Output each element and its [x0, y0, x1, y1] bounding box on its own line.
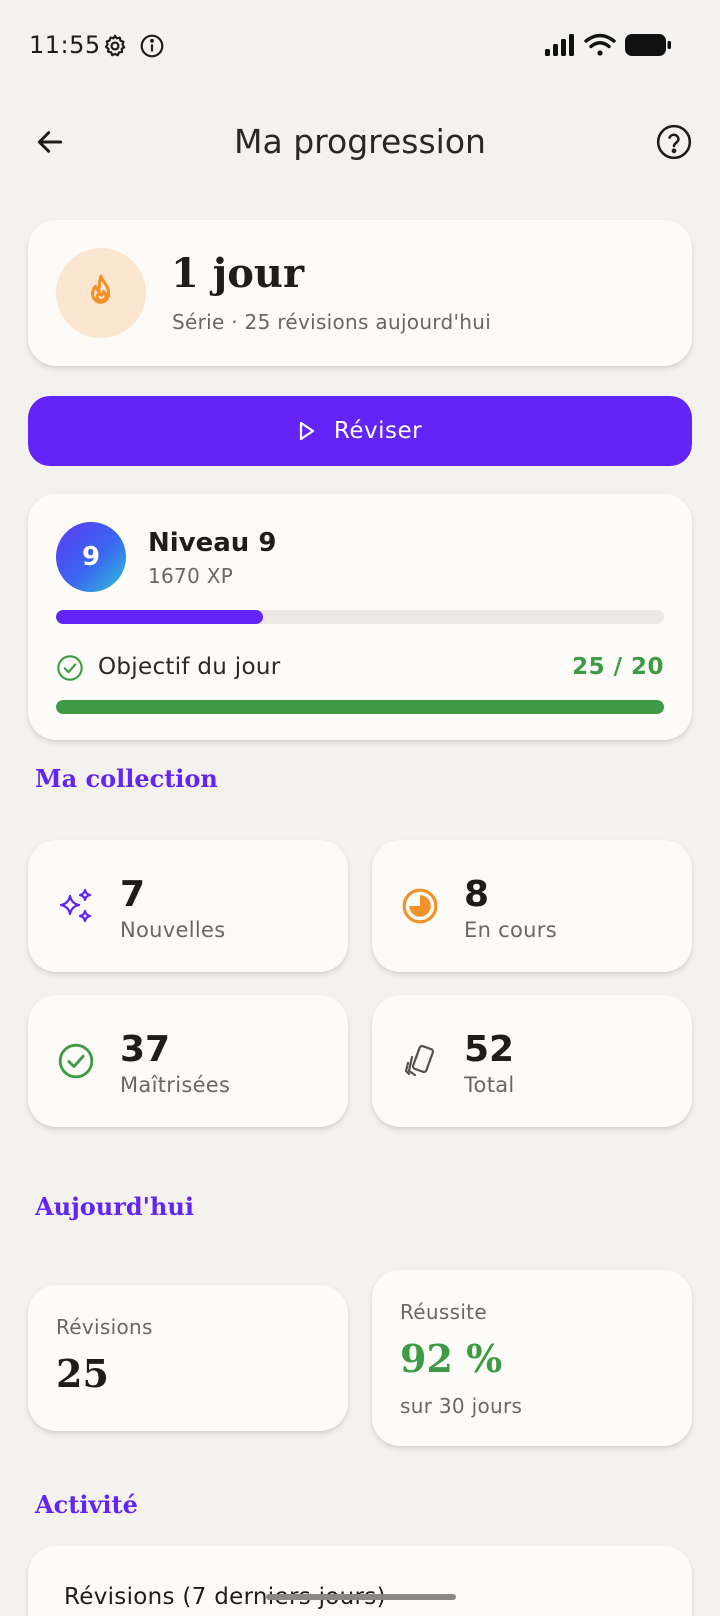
today-reviews-card: Révisions 25	[28, 1285, 348, 1431]
status-time: 11:55	[29, 31, 101, 59]
flame-icon	[91, 274, 111, 304]
help-icon	[656, 124, 692, 160]
help-button[interactable]	[654, 122, 694, 162]
stat-label: Maîtrisées	[120, 1073, 231, 1097]
stat-label: Total	[464, 1073, 515, 1097]
cards-icon	[400, 1041, 440, 1081]
today-success-subtitle: sur 30 jours	[400, 1394, 523, 1418]
battery-icon	[624, 33, 672, 61]
stat-label: Nouvelles	[120, 918, 226, 942]
today-reviews-label: Révisions	[56, 1315, 153, 1339]
top-app-bar: Ma progression	[0, 100, 720, 190]
streak-card: 1 jour Série · 25 révisions aujourd'hui	[28, 220, 692, 366]
level-card: 9 Niveau 9 1670 XP Objectif du jour 25 /…	[28, 494, 692, 740]
play-icon	[299, 421, 314, 441]
today-success-card: Réussite 92 % sur 30 jours	[372, 1270, 692, 1446]
system-indicators	[544, 33, 672, 61]
today-success-label: Réussite	[400, 1300, 487, 1324]
stat-card-total[interactable]: 52 Total	[372, 995, 692, 1127]
activity-section-title: Activité	[35, 1490, 138, 1519]
today-success-value: 92 %	[400, 1336, 503, 1381]
review-button[interactable]: Réviser	[28, 396, 692, 466]
daily-goal-label: Objectif du jour	[98, 654, 281, 680]
today-section-title: Aujourd'hui	[35, 1192, 194, 1221]
stat-card-mastered[interactable]: 37 Maîtrisées	[28, 995, 348, 1127]
level-badge: 9	[56, 522, 126, 592]
review-button-label: Réviser	[333, 418, 423, 444]
check-circle-icon	[56, 654, 84, 682]
page-title: Ma progression	[234, 122, 486, 161]
stat-value: 37	[120, 1029, 171, 1070]
check-circle-icon	[56, 1041, 96, 1081]
stat-card-new[interactable]: 7 Nouvelles	[28, 840, 348, 972]
info-icon	[139, 33, 165, 59]
activity-card: Révisions (7 derniers jours)	[28, 1546, 692, 1616]
status-bar: 11:55	[0, 0, 720, 96]
daily-goal-progress-bar	[56, 700, 664, 714]
xp-progress-bar	[56, 610, 664, 624]
wifi-icon	[584, 33, 616, 61]
stat-value: 52	[464, 1029, 515, 1070]
daily-goal-progress-fill	[56, 700, 664, 714]
xp-progress-fill	[56, 610, 263, 624]
level-xp: 1670 XP	[148, 564, 234, 588]
daily-goal-value: 25 / 20	[572, 654, 664, 680]
streak-value: 1 jour	[171, 250, 305, 297]
today-reviews-value: 25	[56, 1351, 109, 1396]
home-indicator[interactable]	[266, 1594, 456, 1600]
flame-badge	[56, 248, 146, 338]
level-title: Niveau 9	[148, 528, 277, 558]
collection-section-title: Ma collection	[35, 764, 218, 793]
sparkles-icon	[56, 886, 96, 926]
stat-value: 7	[120, 874, 146, 915]
half-circle-icon	[400, 886, 440, 926]
stat-card-in-progress[interactable]: 8 En cours	[372, 840, 692, 972]
stat-label: En cours	[464, 918, 557, 942]
settings-icon	[102, 33, 128, 59]
signal-icon	[544, 33, 576, 61]
streak-subtitle: Série · 25 révisions aujourd'hui	[172, 310, 492, 334]
stat-value: 8	[464, 874, 490, 915]
